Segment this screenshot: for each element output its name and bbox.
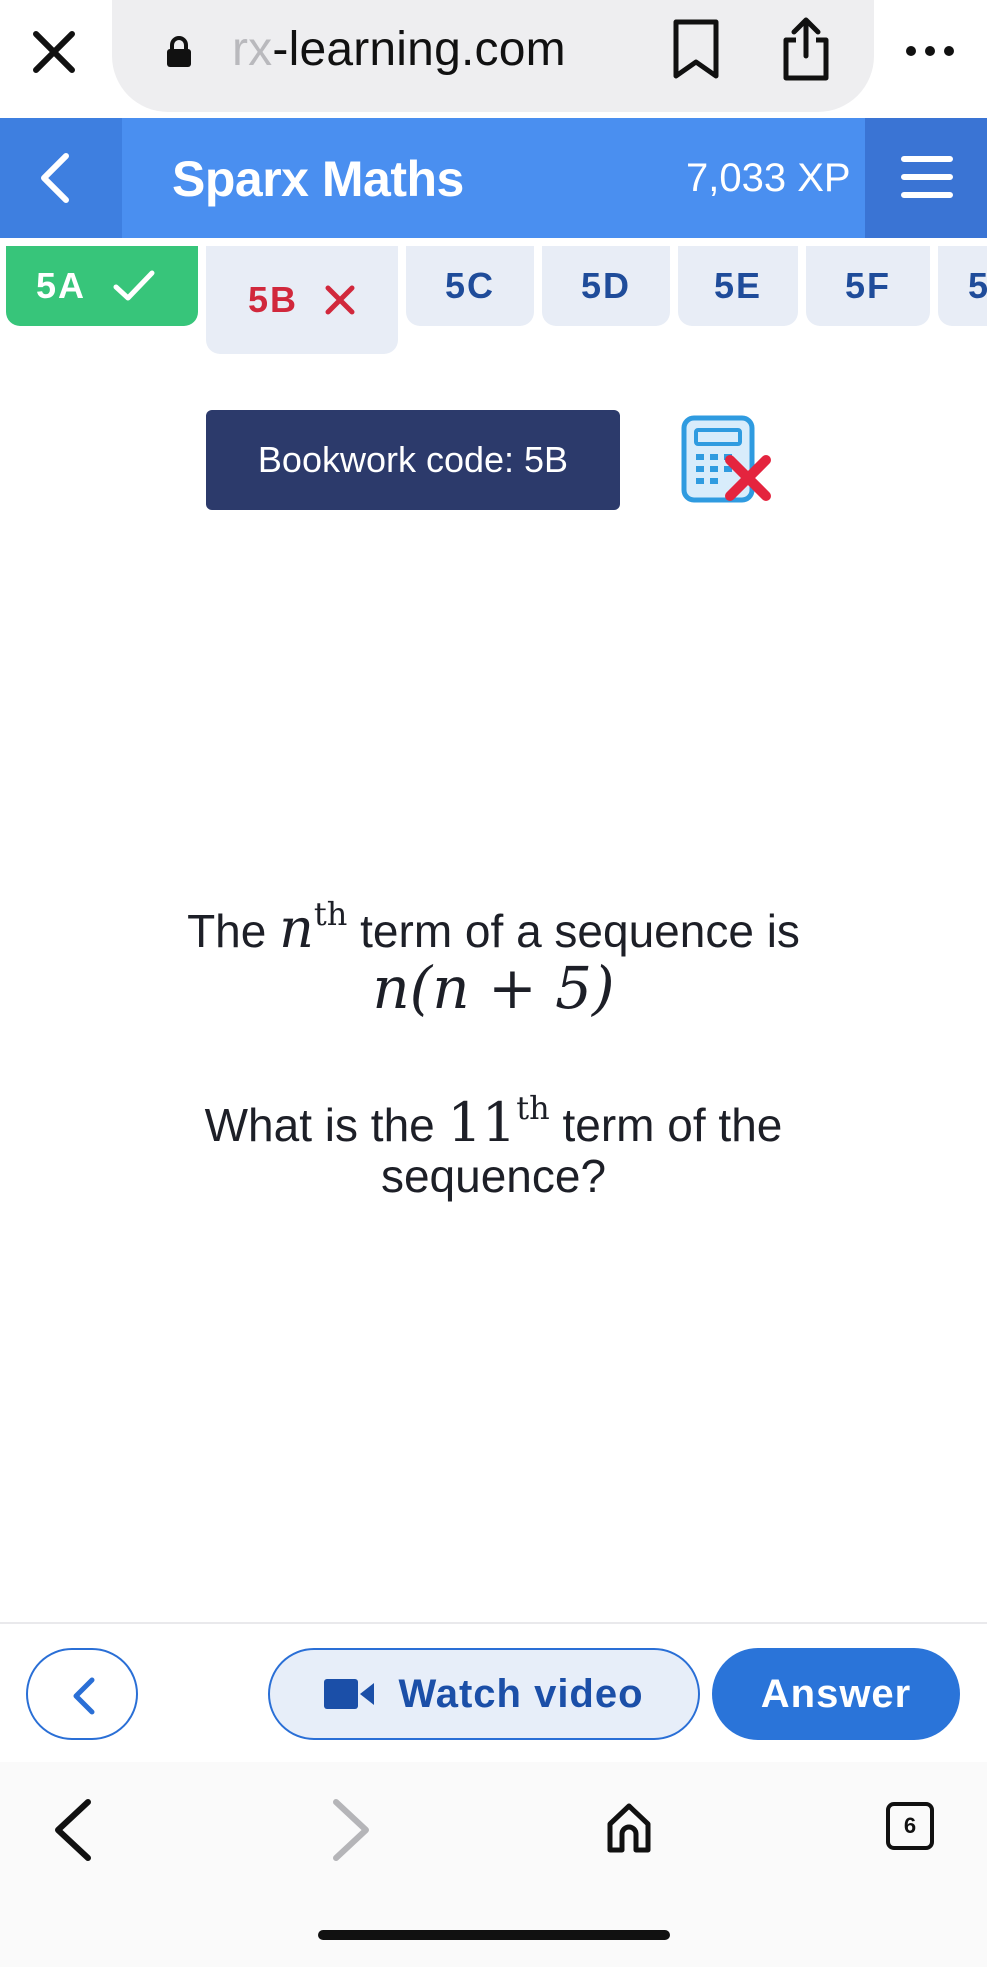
- home-indicator: [318, 1930, 670, 1940]
- home-icon[interactable]: [606, 1802, 652, 1854]
- watch-video-button[interactable]: Watch video: [268, 1648, 700, 1740]
- hamburger-menu-icon: [901, 156, 953, 198]
- menu-button[interactable]: [865, 118, 987, 238]
- task-tabs: 5A 5B 5C 5D 5E 5F 5: [0, 238, 987, 354]
- lock-icon: [167, 36, 191, 67]
- sequence-expression: n(n + 5): [372, 954, 615, 1022]
- url-text[interactable]: rx-learning.com: [232, 22, 566, 77]
- close-icon[interactable]: [30, 28, 78, 76]
- chevron-left-icon: [73, 1677, 95, 1715]
- divider: [0, 1622, 987, 1624]
- chevron-left-icon: [41, 153, 69, 203]
- tab-5f[interactable]: 5F: [806, 246, 930, 326]
- tab-5c[interactable]: 5C: [406, 246, 534, 326]
- back-button[interactable]: [0, 118, 122, 238]
- browser-toolbar: rx-learning.com: [0, 0, 987, 118]
- tab-5a[interactable]: 5A: [6, 246, 198, 326]
- browser-forward-icon[interactable]: [330, 1798, 374, 1862]
- question-line-1: The nth term of a sequence is: [187, 895, 800, 960]
- tab-5e[interactable]: 5E: [678, 246, 798, 326]
- tab-label: 5B: [247, 279, 299, 320]
- app-header: Sparx Maths 7,033 XP: [0, 118, 987, 238]
- watch-video-label: Watch video: [398, 1671, 644, 1716]
- video-camera-icon: [324, 1679, 375, 1709]
- share-icon[interactable]: [780, 16, 832, 82]
- bookwork-code: Bookwork code: 5B: [206, 410, 620, 510]
- previous-button[interactable]: [26, 1648, 138, 1740]
- browser-back-icon[interactable]: [50, 1798, 94, 1862]
- question-text: The nth term of a sequence is n(n + 5) W…: [0, 880, 987, 1210]
- xp-counter: 7,033 XP: [686, 156, 851, 200]
- question-line-3: sequence?: [380, 1150, 607, 1202]
- tab-label: 5A: [36, 265, 87, 306]
- bookmark-icon[interactable]: [672, 18, 720, 80]
- calculator-not-allowed-icon: [681, 415, 771, 503]
- question-line-2: What is the 11th term of the: [204, 1089, 783, 1154]
- check-icon: [112, 269, 156, 303]
- more-icon[interactable]: [904, 44, 956, 58]
- answer-button[interactable]: Answer: [712, 1648, 960, 1740]
- cross-icon: [324, 284, 356, 316]
- tab-5b[interactable]: 5B: [206, 246, 398, 354]
- tab-5g[interactable]: 5: [938, 246, 987, 326]
- app-title: Sparx Maths: [172, 151, 464, 207]
- tab-5d[interactable]: 5D: [542, 246, 670, 326]
- tab-count-button[interactable]: 6: [886, 1802, 934, 1850]
